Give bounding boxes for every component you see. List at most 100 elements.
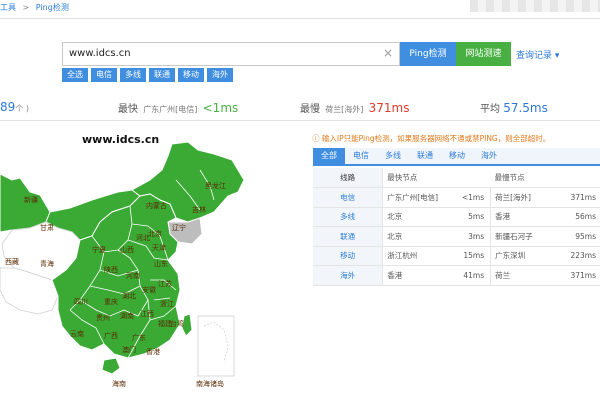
summary-divider [0,120,600,121]
map-region-hainan[interactable] [101,357,121,375]
map-label-aomen: 澳门 [122,345,136,354]
table-row: 移动 浙江杭州 15ms 广东深圳 223ms [313,246,600,266]
breadcrumb-current[interactable]: Ping检测 [36,3,69,12]
table-header-row: 线路 最快节点 最慢节点 [313,168,600,188]
map-label-hainan: 海南 [112,379,126,388]
map-label-xizang: 西藏 [5,257,19,266]
map-label-hunan: 湖南 [120,311,134,320]
slowest-stat: 最慢 荷兰[海外] 371ms [300,100,409,115]
node-count-value: 89 [0,100,16,114]
tab-multiline[interactable]: 多线 [377,148,409,164]
row-line[interactable]: 海外 [313,265,384,286]
map-label-jilin: 吉林 [192,205,206,214]
node-count-unit: 个 ) [15,104,29,113]
map-label-guizhou: 贵州 [96,313,110,322]
column-header-line: 线路 [313,168,384,188]
row-line[interactable]: 移动 [313,246,384,266]
row-slowest-ms: 371ms [570,187,600,208]
map-label-chongqing: 重庆 [104,297,118,306]
map-label-henan: 河南 [126,271,140,280]
chip-multiline[interactable]: 多线 [120,68,146,82]
row-slowest-node: 荷兰[海外] [490,187,571,208]
breadcrumb: 工具 > Ping检测 [0,2,73,16]
ping-button[interactable]: Ping检测 [400,42,456,66]
search-input-value: www.idcs.cn [69,48,131,59]
map-label-hubei: 湖北 [122,291,136,300]
map-label-sichuan: 四川 [74,298,88,306]
map-label-liaoning: 辽宁 [172,223,186,232]
header-banner-image [470,0,600,12]
column-header-fastest-node: 最快节点 [382,168,491,188]
row-fastest-ms: 5ms [458,207,492,227]
tab-mobile[interactable]: 移动 [441,148,473,164]
row-slowest-node: 新疆石河子 [490,226,571,247]
header-divider [0,18,600,19]
fastest-label: 最快 [118,104,138,115]
chip-unicom[interactable]: 联通 [149,68,175,82]
row-line[interactable]: 联通 [313,226,384,247]
map-label-nanhai: 南海诸岛 [196,379,224,388]
row-slowest-node: 香港 [490,207,571,227]
breadcrumb-separator: > [22,3,30,12]
node-count: 89个 ) [0,100,29,114]
fastest-node: 广东广州[电信] [143,105,198,114]
slowest-label: 最慢 [300,104,320,115]
map-label-taiwan: 台湾 [170,319,184,328]
average-stat: 平均 57.5ms [480,100,548,115]
map-label-guangdong: 广东 [132,333,146,342]
table-row: 多线 北京 5ms 香港 56ms [313,207,600,227]
tab-overseas[interactable]: 海外 [473,148,505,164]
map-label-tianjin: 天津 [152,244,166,252]
map-label-yunnan: 云南 [70,329,84,338]
info-icon: ⓘ [312,134,322,143]
chip-mobile[interactable]: 移动 [178,68,204,82]
map-label-zhejiang: 浙江 [160,299,174,308]
close-icon[interactable]: × [383,46,393,60]
ping-notice: ⓘ 输入IP只能Ping检测，如果服务器网络不通或禁PING，则全部超时。 [312,133,550,144]
map-label-shandong: 山东 [154,259,168,268]
row-slowest-ms: 56ms [570,207,600,227]
row-fastest-node: 北京 [382,226,459,247]
map-label-shanxi: 山西 [120,245,134,254]
map-label-xianggang: 香港 [146,347,160,356]
map-label-jiangsu: 江苏 [158,279,172,288]
tab-unicom[interactable]: 联通 [409,148,441,164]
speed-test-button[interactable]: 网站测速 [456,42,511,66]
average-label: 平均 [480,104,500,115]
south-sea-inset [197,315,235,377]
ping-results-table: 线路 最快节点 最慢节点 电信 广东广州[电信] <1ms 荷兰[海外] 371… [313,168,600,286]
row-slowest-ms: 371ms [570,265,600,286]
ping-tool-page: 工具 > Ping检测 www.idcs.cn × Ping检测 网站测速 查询… [0,0,600,400]
chevron-down-icon: ▾ [554,51,560,61]
table-row: 联通 北京 3ms 新疆石河子 95ms [313,226,600,247]
column-header-slowest-node: 最慢节点 [490,168,600,188]
map-label-gansu: 甘肃 [40,223,54,232]
map-label-anhui: 安徽 [142,285,156,294]
map-label-xinjiang: 新疆 [24,195,38,204]
row-slowest-node: 荷兰 [490,265,571,286]
chip-telecom[interactable]: 电信 [91,68,117,82]
row-fastest-ms: <1ms [458,187,492,208]
breadcrumb-tools-link[interactable]: 工具 [0,3,16,12]
ping-notice-text: 输入IP只能Ping检测，如果服务器网络不通或禁PING，则全部超时。 [321,134,551,143]
query-history-label: 查询记录 [516,51,553,61]
query-history-dropdown[interactable]: 查询记录 ▾ [516,48,559,61]
row-fastest-ms: 41ms [458,265,492,286]
map-label-jiangxi: 江西 [140,310,154,318]
fastest-stat: 最快 广东广州[电信] <1ms [118,100,238,115]
tab-telecom[interactable]: 电信 [345,148,377,164]
line-tabs: 全部 电信 多线 联通 移动 海外 [313,148,600,166]
row-line[interactable]: 电信 [313,187,384,208]
average-value: 57.5ms [503,101,548,115]
row-line[interactable]: 多线 [313,207,384,227]
chip-overseas[interactable]: 海外 [207,68,233,82]
chip-select-all[interactable]: 全选 [62,68,88,82]
ping-summary: 89个 ) 最快 广东广州[电信] <1ms 最慢 荷兰[海外] 371ms 平… [0,100,600,118]
map-label-heilongjiang: 黑龙江 [205,181,226,190]
row-fastest-node: 浙江杭州 [382,246,459,266]
tab-all[interactable]: 全部 [313,148,345,164]
row-fastest-ms: 3ms [458,226,492,247]
map-label-guangxi: 广西 [104,331,118,340]
search-input[interactable]: www.idcs.cn × [62,42,400,66]
line-filter-chips: 全选 电信 多线 联通 移动 海外 [62,68,233,82]
